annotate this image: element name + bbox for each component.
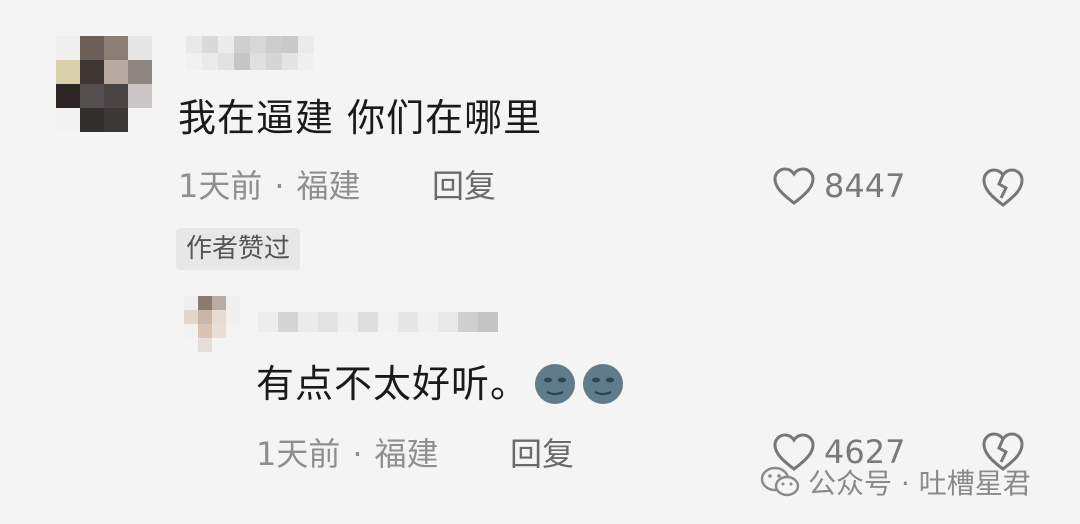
reply-location: 福建 <box>374 435 439 473</box>
username-blurred[interactable] <box>186 36 316 70</box>
author-liked-badge: 作者赞过 <box>176 228 301 270</box>
wechat-icon <box>760 466 800 497</box>
new-moon-face-icon <box>583 364 624 404</box>
heart-icon <box>773 167 815 205</box>
meta-separator: · <box>352 435 363 473</box>
reply-time: 1天前 <box>256 435 341 473</box>
comment-location: 福建 <box>296 167 361 205</box>
reply-username-blurred[interactable] <box>258 312 498 332</box>
reply-content: 有点不太好听。 <box>256 362 625 406</box>
meta-separator: · <box>274 167 285 205</box>
comment-text: 我在逼建 你们在哪里 <box>178 96 543 140</box>
reply-avatar[interactable] <box>184 296 240 352</box>
watermark-text: 公众号 · 吐槽星君 <box>808 467 1031 500</box>
comment-time: 1天前 <box>178 167 263 205</box>
avatar[interactable] <box>56 36 152 132</box>
like-button[interactable]: 8447 <box>772 166 905 206</box>
comment-meta: 1天前 · 福建 <box>178 168 361 204</box>
broken-heart-icon[interactable] <box>980 166 1026 208</box>
reply-button[interactable]: 回复 <box>432 168 496 204</box>
new-moon-face-icon <box>535 364 576 404</box>
reply-meta: 1天前 · 福建 <box>256 436 439 472</box>
like-count: 8447 <box>824 167 906 205</box>
watermark: 公众号 · 吐槽星君 <box>760 462 1031 502</box>
reply-text: 有点不太好听。 <box>256 362 530 406</box>
reply-reply-button[interactable]: 回复 <box>510 436 574 472</box>
